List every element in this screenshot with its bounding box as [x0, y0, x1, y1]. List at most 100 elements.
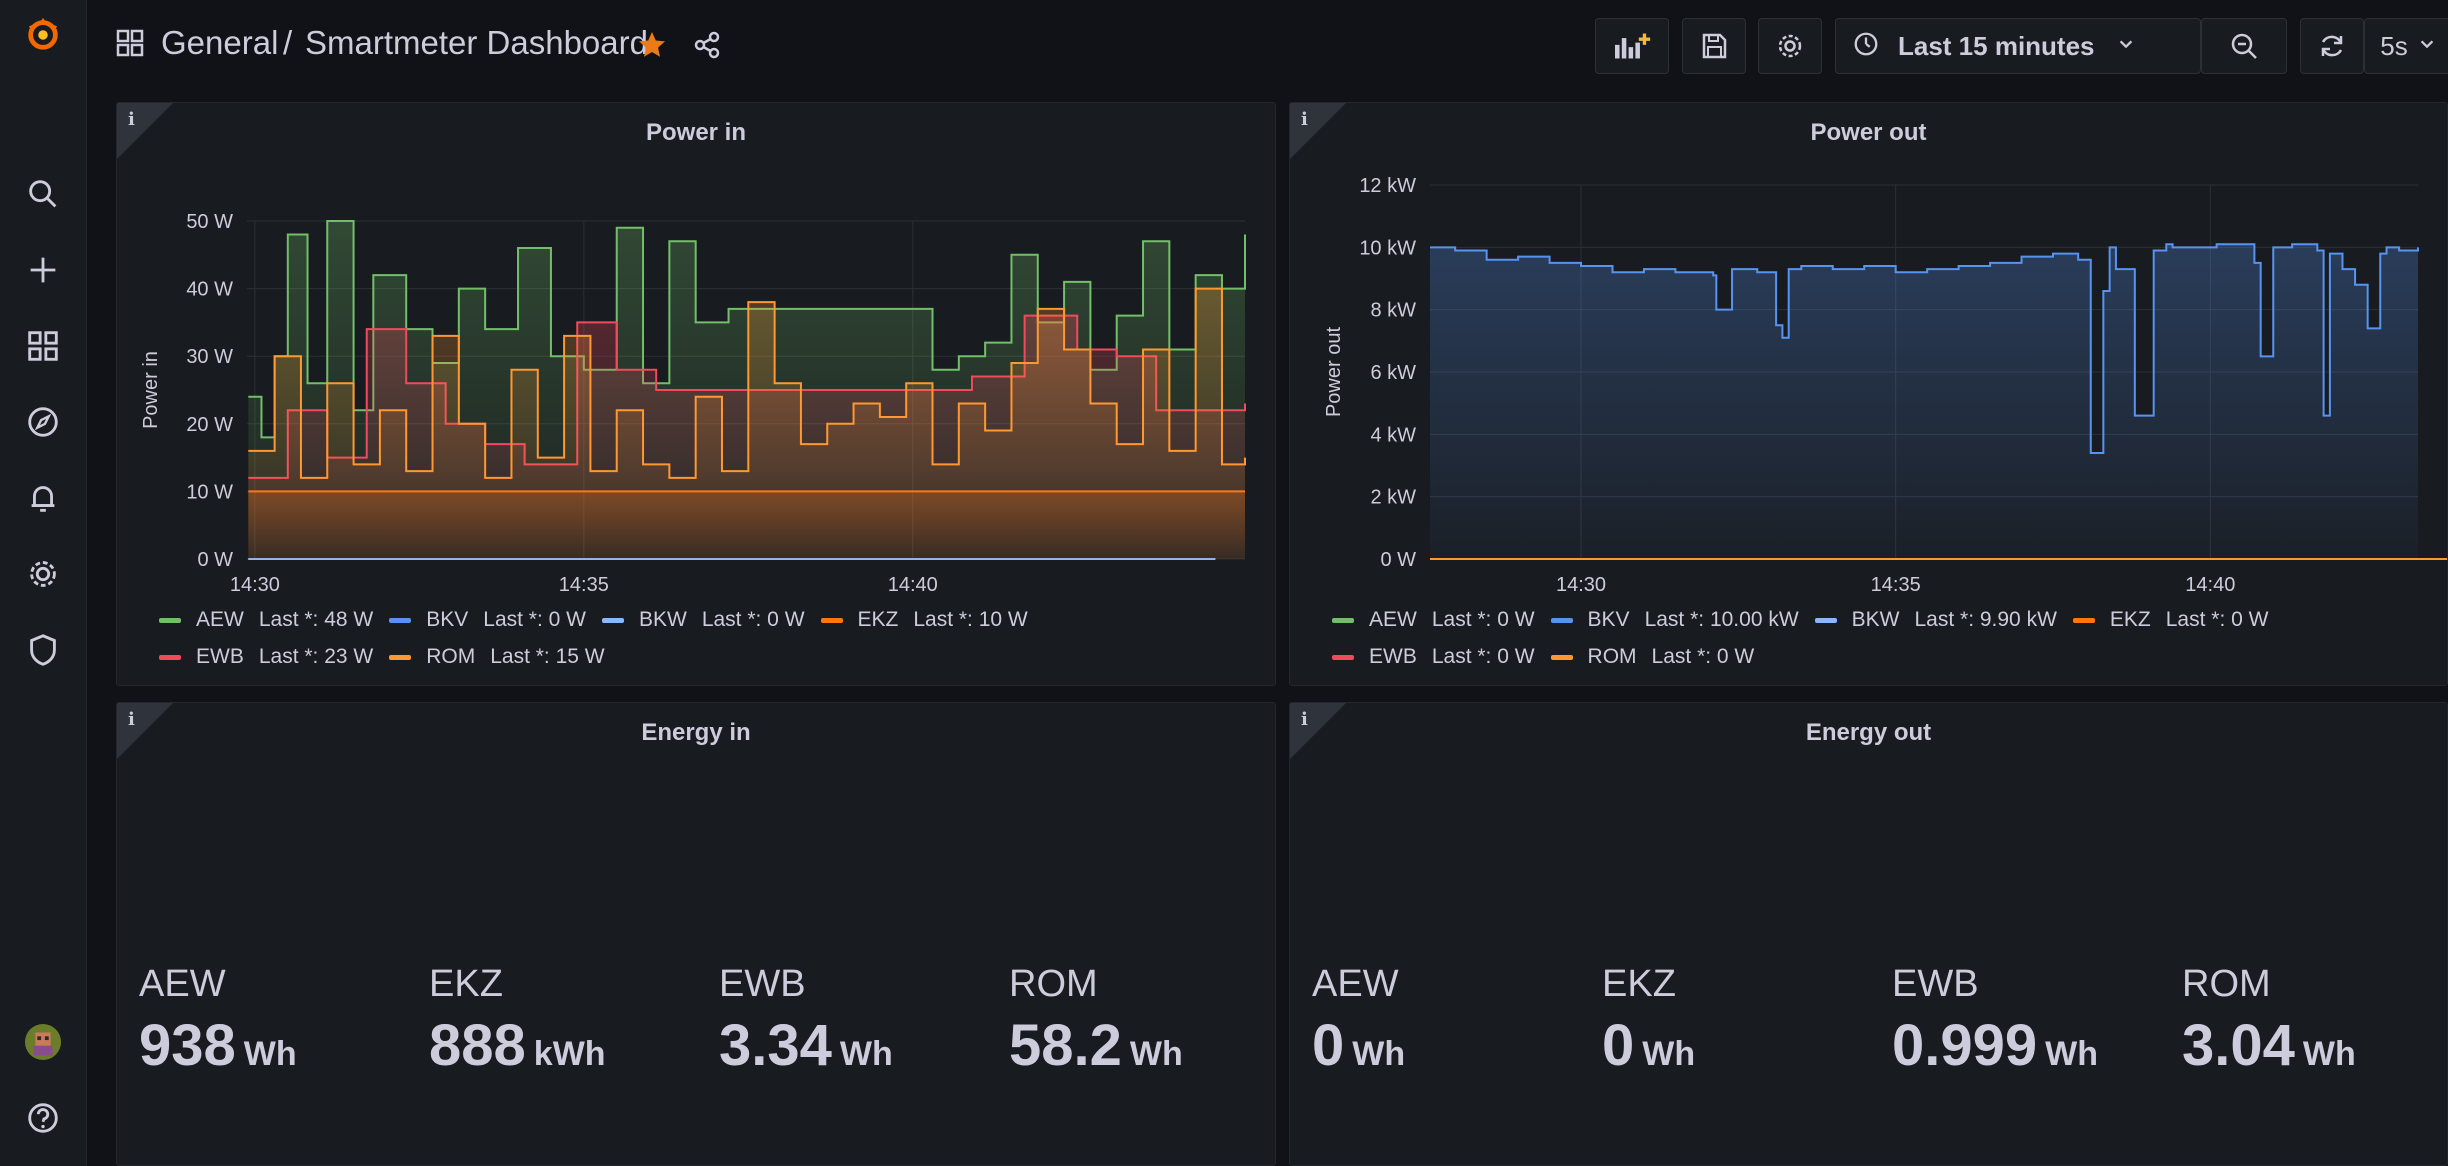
panel-title[interactable]: Energy out	[1290, 719, 2447, 747]
power-in-panel[interactable]: i Power in 0 W 10 W 20 W 30 W 40 W 50 W 14:30 1…	[116, 102, 1276, 686]
legend-series-name: BKW	[638, 608, 687, 631]
dashboards-grid-icon[interactable]	[115, 28, 145, 63]
configuration-gear-icon[interactable]	[19, 550, 67, 598]
stat-value: 938	[139, 1013, 236, 1078]
y-tick-label: 50 W	[186, 211, 233, 233]
legend-swatch	[1814, 617, 1837, 623]
series-area-bkv	[1430, 244, 2418, 559]
server-admin-shield-icon[interactable]	[19, 626, 67, 674]
chevron-down-icon	[2418, 35, 2436, 58]
add-panel-button[interactable]	[1595, 18, 1669, 74]
legend-swatch	[1332, 654, 1354, 660]
legend-series-name: ROM	[426, 645, 476, 668]
share-icon[interactable]	[692, 30, 722, 65]
legend-last-value: Last *: 48 W	[258, 608, 374, 631]
refresh-interval-picker[interactable]: 5s	[2364, 18, 2448, 74]
legend-item-rom[interactable]: ROM Last *: 15 W	[389, 645, 605, 669]
y-tick-label: 0 W	[197, 549, 233, 571]
zoom-out-button[interactable]	[2201, 18, 2287, 74]
legend-swatch	[601, 617, 624, 623]
grafana-logo-icon[interactable]	[19, 10, 67, 58]
y-axis-label: Power in	[140, 351, 162, 429]
stat-ewb: EWB 0.999 Wh	[1892, 963, 2172, 1079]
x-tick-label: 14:35	[1871, 574, 1921, 596]
legend-item-ekz[interactable]: EKZ Last *: 10 W	[820, 608, 1028, 632]
stat-unit: Wh	[1129, 1035, 1183, 1073]
legend-item-aew[interactable]: AEW Last *: 48 W	[159, 608, 373, 632]
legend-last-value: Last *: 23 W	[258, 645, 374, 668]
stat-value: 3.34	[719, 1013, 832, 1078]
stat-name: ROM	[1009, 963, 1098, 1005]
legend-item-ewb[interactable]: EWB Last *: 0 W	[1332, 645, 1535, 669]
breadcrumb-folder[interactable]: General	[161, 24, 278, 62]
stat-ekz: EKZ 0 Wh	[1602, 963, 1882, 1079]
stat-name: AEW	[1312, 963, 1399, 1005]
user-avatar[interactable]	[19, 1018, 67, 1066]
stat-aew: AEW 938 Wh	[139, 963, 419, 1079]
legend-last-value: Last *: 10 W	[913, 608, 1028, 631]
stat-name: EWB	[719, 963, 806, 1005]
stat-rom: ROM 3.04 Wh	[2182, 963, 2447, 1079]
legend-item-ekz[interactable]: EKZ Last *: 0 W	[2072, 608, 2268, 632]
legend-item-bkw[interactable]: BKW Last *: 0 W	[601, 608, 805, 632]
legend-series-name: BKW	[1851, 608, 1900, 631]
y-tick-label: 0 W	[1380, 549, 1416, 571]
power-in-chart[interactable]: 0 W 10 W 20 W 30 W 40 W 50 W 14:30 14:35 14:40 Po…	[117, 103, 1276, 686]
explore-compass-icon[interactable]	[19, 398, 67, 446]
refresh-dashboard-button[interactable]	[2300, 18, 2364, 74]
stat-value: 3.04	[2182, 1013, 2295, 1078]
dashboard-settings-button[interactable]	[1758, 18, 1822, 74]
legend-last-value: Last *: 0 W	[483, 608, 586, 631]
legend-series-name: ROM	[1587, 645, 1637, 668]
panel-title[interactable]: Energy in	[117, 719, 1275, 747]
stat-unit: Wh	[2045, 1035, 2099, 1073]
legend-series-name: EWB	[1369, 645, 1417, 668]
stat-name: EWB	[1892, 963, 1979, 1005]
time-range-label: Last 15 minutes	[1898, 30, 2095, 61]
y-tick-label: 10 W	[186, 481, 233, 503]
legend-last-value: Last *: 10.00 kW	[1644, 608, 1799, 631]
stat-name: AEW	[139, 963, 226, 1005]
legend-item-bkv[interactable]: BKV Last *: 10.00 kW	[1550, 608, 1799, 632]
legend-item-bkw[interactable]: BKW Last *: 9.90 kW	[1814, 608, 2057, 632]
time-range-picker[interactable]: Last 15 minutes	[1835, 18, 2201, 74]
y-tick-label: 4 kW	[1370, 424, 1416, 446]
stat-name: EKZ	[1602, 963, 1676, 1005]
y-tick-label: 30 W	[186, 346, 233, 368]
star-icon[interactable]	[637, 30, 667, 65]
power-out-panel[interactable]: i Power out 0 W2 kW 4 kW 6 kW 8 kW 10 kW 12 k…	[1289, 102, 2448, 686]
legend-item-ewb[interactable]: EWB Last *: 23 W	[159, 645, 373, 669]
stat-name: ROM	[2182, 963, 2271, 1005]
legend-item-bkv[interactable]: BKV Last *: 0 W	[389, 608, 586, 632]
x-tick-label: 14:40	[888, 574, 938, 596]
legend-series-name: AEW	[1369, 608, 1417, 631]
legend-series-name: AEW	[196, 608, 244, 631]
y-tick-label: 20 W	[186, 414, 233, 436]
save-dashboard-button[interactable]	[1682, 18, 1746, 74]
x-tick-label: 14:40	[2185, 574, 2235, 596]
energy-out-panel[interactable]: i Energy out AEW 0 Wh EKZ 0 Wh EWB 0.999 Wh…	[1289, 702, 2448, 1166]
legend-item-rom[interactable]: ROM Last *: 0 W	[1550, 645, 1754, 669]
energy-in-panel[interactable]: i Energy in AEW 938 Wh EKZ 888 kWh EWB 3.3…	[116, 702, 1276, 1166]
stat-value: 58.2	[1009, 1013, 1122, 1078]
help-icon[interactable]	[19, 1094, 67, 1142]
legend-swatch	[389, 617, 412, 623]
legend-item-aew[interactable]: AEW Last *: 0 W	[1332, 608, 1535, 632]
breadcrumb-separator: /	[283, 24, 293, 61]
legend-series-name: EKZ	[2109, 608, 2151, 631]
legend-swatch	[1550, 617, 1573, 623]
power-out-chart[interactable]: 0 W 2 kW 4 kW 6 kW 8 kW 10 kW 12 kW 14:30 14:35 1…	[1290, 103, 2448, 686]
legend-series-name: BKV	[426, 608, 469, 631]
y-tick-label: 10 kW	[1359, 237, 1416, 259]
create-plus-icon[interactable]	[19, 246, 67, 294]
alerting-bell-icon[interactable]	[19, 474, 67, 522]
legend-last-value: Last *: 0 W	[1431, 608, 1535, 631]
clock-icon	[1852, 30, 1880, 63]
chevron-down-icon	[2117, 35, 2135, 58]
dashboard-title[interactable]: Smartmeter Dashboard	[305, 24, 648, 62]
search-icon[interactable]	[19, 170, 67, 218]
dashboards-icon[interactable]	[19, 322, 67, 370]
stat-name: EKZ	[429, 963, 503, 1005]
stat-unit: Wh	[243, 1035, 297, 1073]
legend-row: AEW Last *: 48 W BKV Last *: 0 W BKW Last *: …	[159, 608, 1044, 632]
